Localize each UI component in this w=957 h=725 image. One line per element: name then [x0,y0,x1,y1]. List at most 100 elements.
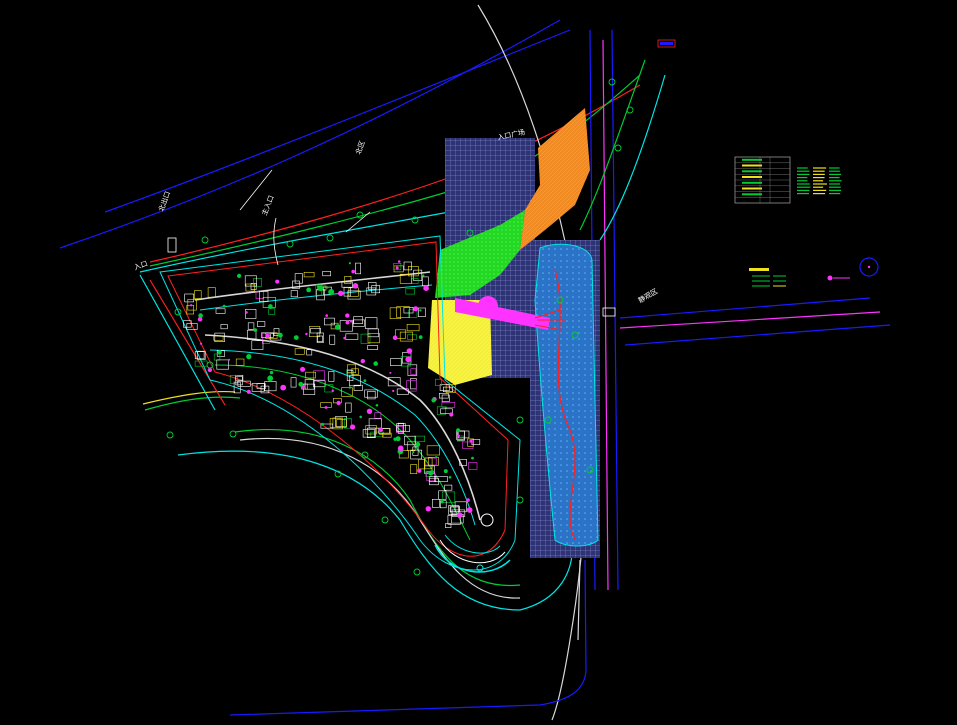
building-footprint [328,371,335,382]
planting-dot [300,366,306,372]
planting-dot [412,450,415,454]
planting-dot [466,507,473,513]
building-footprint [345,333,359,340]
tree-node [381,516,389,524]
planting-dot [435,456,438,458]
building-footprint [393,265,404,273]
planting-dot [418,335,423,339]
building-footprint [410,368,417,375]
planting-dot [444,406,447,409]
building-footprint [235,358,245,366]
planting-dot [397,445,404,452]
tree-node [166,431,174,439]
building-footprint [411,278,419,284]
tree-node [413,568,421,576]
tree-node [356,211,364,219]
legend-swatch [742,164,762,167]
building-footprint [431,498,440,508]
legend-swatch [742,187,762,190]
east-road-blue-lower-2 [624,324,891,346]
south-road-white-arc [239,437,521,599]
planting-dot [200,342,203,345]
planting-dot [456,428,461,433]
planting-dot [348,386,351,389]
planting-dot [246,389,251,394]
planting-dot [456,512,463,518]
building-footprint [220,324,228,330]
north-gate-label: 主入口 [260,194,276,217]
building-footprint [444,484,453,491]
planting-dot [448,476,452,479]
planting-dot [406,348,413,354]
building-footprint [367,345,378,350]
building-footprint [245,283,255,292]
building-footprint [457,430,470,439]
planting-dot [246,354,252,360]
planting-dot [443,469,448,474]
district-right-label: 静观区 [637,286,660,304]
tree-node [326,234,334,242]
planting-dot [269,370,274,375]
southwest-road-green [144,396,241,411]
building-footprint [406,323,420,332]
planting-dot [395,266,399,270]
building-footprint [367,328,379,338]
symbol-legend [749,257,879,287]
planting-dot [350,319,353,323]
building-footprint [290,377,297,388]
planting-dot [469,439,473,443]
planting-dot [419,309,422,312]
planting-dot [268,304,273,309]
building-footprint [184,293,194,303]
building-footprint [343,287,351,297]
building-footprint [399,331,413,342]
building-footprint [418,458,425,470]
planting-dot [317,285,324,292]
planting-dot [440,500,444,504]
building-footprint [382,432,392,438]
legend-swatch [742,176,762,178]
building-footprint [410,464,418,475]
building-footprint [367,282,377,290]
legend-swatch [742,158,762,161]
planting-dot [423,285,429,292]
building-footprint [345,402,352,413]
planting-dot [359,415,363,419]
planting-dot [245,311,248,314]
site-plan-drawing: 北出口 主入口 北区 静观区 入口广场 入口 [59,4,891,721]
building-footprint [294,348,305,355]
building-footprint [255,291,264,300]
building-footprint [247,322,255,330]
planting-dot [267,375,274,382]
planting-dot [471,456,474,460]
south-road-label: 北出口 [156,190,172,213]
planting-dot [417,468,422,473]
planting-dot [360,358,365,364]
south-vertical-blue [229,559,587,716]
planting-dot [466,498,470,502]
building-footprint [407,364,418,376]
planting-dot [237,273,242,278]
legend-swatch [742,170,762,173]
building-footprint [215,308,226,314]
building-footprint [396,306,410,318]
building-footprint [417,307,426,317]
building-footprint [355,262,361,275]
legend-swatch [742,181,762,184]
planting-dot [456,434,460,438]
planting-dot [228,358,231,361]
building-footprint [360,333,371,344]
building-footprint [303,271,315,278]
building-footprint [336,419,347,428]
planting-dot [198,313,203,318]
building-footprint [310,328,321,334]
tree-node [516,496,524,504]
planting-dot [321,422,324,426]
planting-dot [422,274,425,277]
building-footprint [364,389,378,398]
planting-dot [405,356,412,363]
building-footprint [367,390,376,400]
building-footprint [362,429,376,438]
planting-dot [425,506,431,512]
planting-dot [375,404,379,407]
